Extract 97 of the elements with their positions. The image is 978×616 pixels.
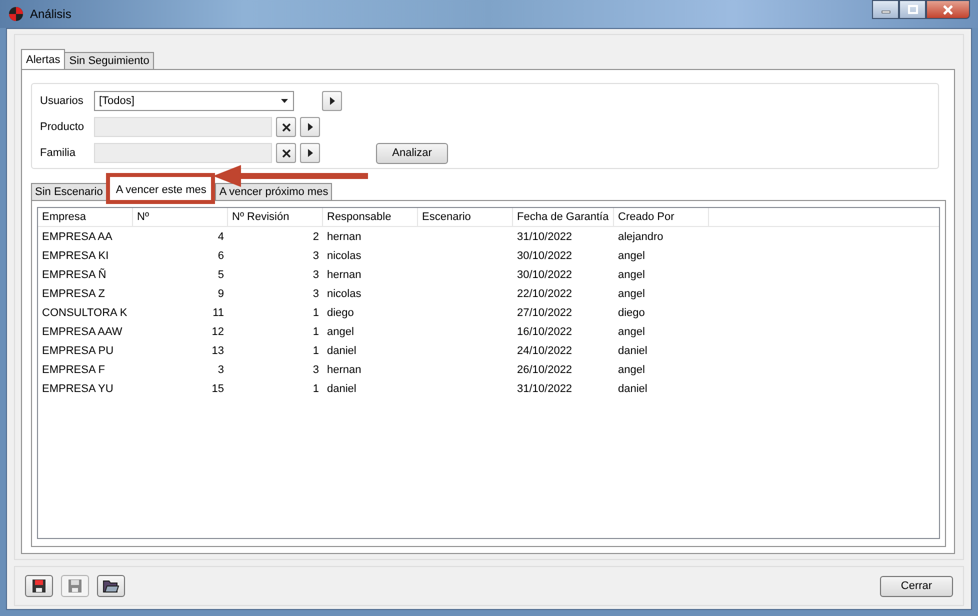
table-cell-text: angel [617, 288, 646, 300]
table-cell-text: 3 [312, 250, 320, 262]
table-cell-text: EMPRESA Z [41, 288, 106, 300]
column-header[interactable]: Creado Por [614, 208, 709, 226]
table-cell-text: 31/10/2022 [516, 382, 574, 394]
table-cell-text: 3 [216, 364, 225, 376]
table-cell-text: 24/10/2022 [516, 344, 574, 356]
field-label: Producto [40, 121, 86, 133]
table-cell-text: hernan [326, 364, 362, 376]
field-label: Usuarios [40, 95, 84, 107]
table-cell-text: EMPRESA AAW [41, 326, 124, 338]
play-icon [308, 149, 312, 157]
table-cell-text: 22/10/2022 [516, 288, 574, 300]
table-cell-text: 1 [312, 344, 320, 356]
floppy-icon [68, 579, 82, 593]
tab[interactable]: A vencer próximo mes [215, 183, 332, 200]
table-cell-text: hernan [326, 230, 362, 242]
table-cell-text: hernan [326, 268, 362, 280]
play-icon [308, 123, 312, 131]
table-cell-text: alejandro [617, 230, 664, 242]
table-cell-text: 9 [216, 288, 225, 300]
table-cell-text: EMPRESA F [41, 364, 106, 376]
table-cell-text: angel [617, 326, 646, 338]
table-cell-text: 6 [216, 250, 225, 262]
table-cell-text: nicolas [326, 288, 362, 300]
table-cell-text: 3 [312, 288, 320, 300]
play-icon [330, 97, 334, 105]
table-cell-text: 27/10/2022 [516, 306, 574, 318]
floppy-icon [32, 579, 46, 593]
table-cell-text: 26/10/2022 [516, 364, 574, 376]
clear-button[interactable] [276, 117, 296, 137]
folder-icon [103, 580, 119, 592]
column-header[interactable]: Empresa [38, 208, 133, 226]
table-cell-text: 11 [212, 306, 225, 318]
analyze-button[interactable]: Analizar [376, 142, 448, 164]
table-cell-text: angel [617, 268, 646, 280]
column-header[interactable]: Nº [133, 208, 228, 226]
save-button[interactable] [25, 575, 53, 597]
close-dialog-button[interactable]: Cerrar [880, 576, 953, 596]
table-cell-text: EMPRESA Ñ [41, 268, 108, 280]
tab[interactable]: Alertas [21, 49, 66, 69]
table-cell-text: 31/10/2022 [516, 230, 574, 242]
table-cell-text: 13 [210, 344, 225, 356]
maximize-button[interactable] [899, 0, 926, 19]
table-cell-text: 1 [312, 382, 320, 394]
dropdown[interactable]: [Todos] [94, 91, 294, 111]
tab[interactable]: Sin Seguimiento [64, 52, 154, 69]
table-cell-text: 2 [312, 230, 320, 242]
table-cell-text: angel [617, 250, 646, 262]
dropdown-value: [Todos] [99, 95, 134, 107]
table-cell-text: daniel [326, 382, 358, 394]
table-cell-text: EMPRESA PU [41, 344, 115, 356]
close-icon [942, 4, 954, 14]
table-cell-text: 5 [216, 268, 225, 280]
caret-icon [281, 99, 288, 103]
table-cell-text: angel [326, 326, 355, 338]
input-field[interactable] [94, 117, 272, 137]
table-cell-text: CONSULTORA K [41, 306, 128, 318]
table-cell-text: angel [617, 364, 646, 376]
minimize-button[interactable] [872, 0, 899, 19]
column-header[interactable]: Nº Revisión [228, 208, 323, 226]
table-cell-text: 30/10/2022 [516, 250, 574, 262]
clear-icon [282, 122, 290, 132]
column-header[interactable]: Responsable [323, 208, 418, 226]
table-cell-text: EMPRESA AA [41, 230, 114, 242]
field-label: Familia [40, 147, 76, 159]
table-cell-text: diego [617, 306, 646, 318]
close-button[interactable] [926, 0, 970, 19]
table-cell-text: 1 [312, 306, 320, 318]
table-cell-text: 30/10/2022 [516, 268, 574, 280]
column-header[interactable]: Escenario [418, 208, 513, 226]
table-cell-text: 4 [216, 230, 225, 242]
table-cell-text: daniel [617, 344, 648, 356]
table-cell-text: 3 [312, 364, 320, 376]
table-cell-text: EMPRESA YU [41, 382, 114, 394]
app-logo-icon [8, 6, 24, 22]
clear-button[interactable] [276, 143, 296, 163]
select-button[interactable] [322, 91, 342, 111]
table-cell-text: nicolas [326, 250, 362, 262]
table-cell-text: 12 [210, 326, 225, 338]
table-cell-text: EMPRESA KI [41, 250, 110, 262]
table-cell-text: 1 [312, 326, 320, 338]
table-cell-text: 3 [312, 268, 320, 280]
clear-icon [282, 148, 290, 158]
open-button[interactable] [97, 575, 125, 597]
table-cell-text: daniel [326, 344, 358, 356]
tab[interactable]: Sin Escenario [31, 183, 107, 200]
window-title: Análisis [30, 7, 72, 21]
input-field[interactable] [94, 143, 272, 163]
select-button[interactable] [300, 143, 320, 163]
maximize-icon [908, 5, 918, 14]
table-cell-text: 15 [210, 382, 225, 394]
table-cell-text: diego [326, 306, 355, 318]
column-header[interactable]: Fecha de Garantía [513, 208, 614, 226]
table-cell-text: 16/10/2022 [516, 326, 574, 338]
table-cell-text: daniel [617, 382, 648, 394]
select-button[interactable] [300, 117, 320, 137]
